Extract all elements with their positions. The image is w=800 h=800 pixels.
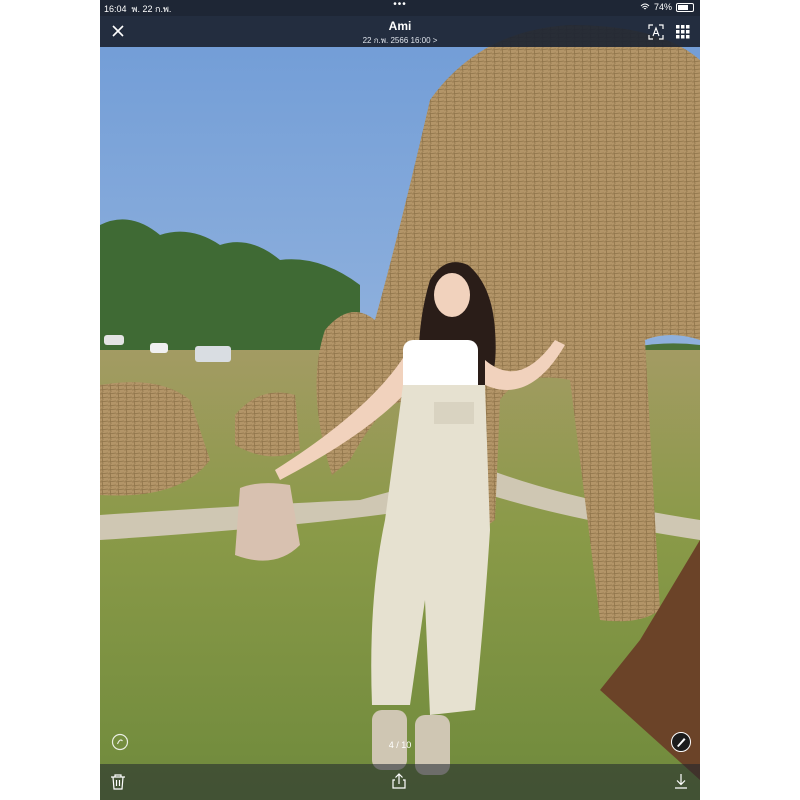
header-actions [648, 24, 690, 40]
van [195, 346, 231, 362]
chat-name: Ami [388, 19, 412, 33]
status-right: 74% [640, 2, 694, 12]
photo-date[interactable]: 22 ก.พ. 2566 16:00 > [100, 34, 700, 47]
trash-icon[interactable] [110, 773, 126, 791]
battery-icon [676, 2, 694, 12]
photo-viewer-screen: 16:04 พ. 22 ก.พ. ••• 74% Ami 22 ก.พ. 256… [100, 0, 700, 800]
photo-counter: 4 / 10 [388, 740, 412, 750]
download-icon[interactable] [673, 772, 689, 790]
text-recognition-icon[interactable] [648, 24, 664, 40]
bottom-toolbar [100, 764, 700, 800]
battery-fill [678, 4, 689, 10]
car [150, 343, 168, 353]
viewer-header: Ami 22 ก.พ. 2566 16:00 > [100, 16, 700, 47]
status-bar: 16:04 พ. 22 ก.พ. ••• 74% [100, 0, 700, 16]
knitted-bag [235, 483, 300, 561]
share-icon[interactable] [391, 772, 407, 790]
multitasking-dots[interactable]: ••• [100, 0, 700, 10]
grid-icon[interactable] [676, 25, 690, 39]
battery-percent: 74% [653, 2, 672, 12]
car [104, 335, 124, 345]
wifi-icon [640, 3, 650, 10]
photo[interactable] [100, 0, 700, 800]
